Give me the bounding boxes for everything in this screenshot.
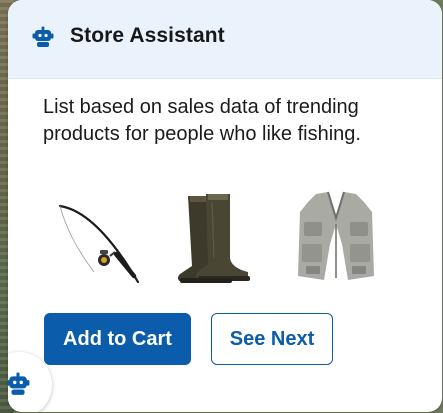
rain-boots-icon[interactable] [168,188,258,288]
product-list [46,188,386,288]
see-next-button[interactable]: See Next [211,313,333,365]
panel-title: Store Assistant [70,24,225,47]
panel-header: Store Assistant [8,0,442,79]
fishing-vest-icon[interactable] [286,188,386,288]
robot-icon [32,26,54,47]
fishing-rod-icon[interactable] [46,188,146,288]
assistant-panel: Store Assistant List based on sales data… [8,0,442,412]
add-to-cart-button[interactable]: Add to Cart [44,313,191,365]
assistant-message: List based on sales data of trending pro… [43,96,361,145]
robot-icon [8,372,30,395]
